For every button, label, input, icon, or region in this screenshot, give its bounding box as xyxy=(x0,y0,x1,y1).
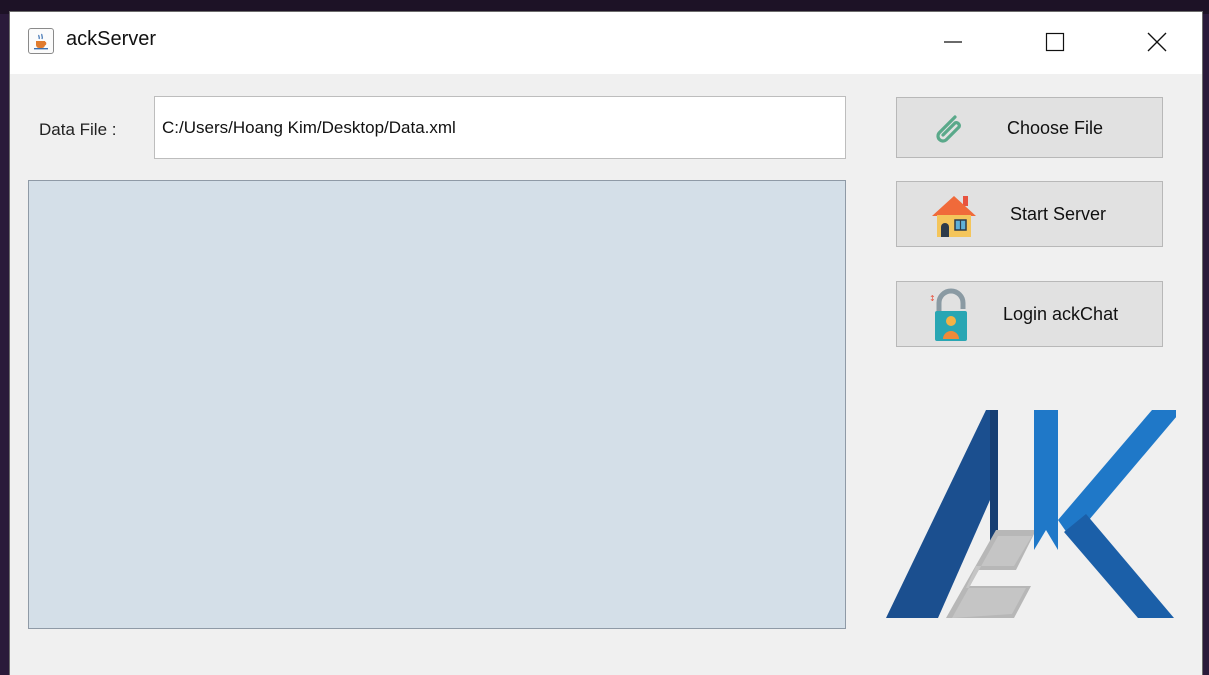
close-button[interactable] xyxy=(1134,20,1180,64)
choose-file-label: Choose File xyxy=(1007,118,1104,138)
svg-text:↕: ↕ xyxy=(929,294,936,303)
minimize-button[interactable] xyxy=(930,20,976,64)
server-log-area[interactable] xyxy=(28,180,846,629)
java-cup-icon[interactable] xyxy=(28,28,54,54)
minimize-icon xyxy=(944,41,962,43)
ak-logo xyxy=(886,410,1176,618)
login-ackchat-button[interactable]: ↕ Login ackChat xyxy=(896,281,1163,347)
window-title: ackServer xyxy=(66,28,157,50)
paperclip-icon xyxy=(936,115,961,143)
padlock-user-icon: ↕ xyxy=(929,288,967,341)
start-server-label: Start Server xyxy=(1010,204,1107,224)
app-window: ackServer Data File : Choose File xyxy=(10,12,1202,675)
close-icon xyxy=(1147,32,1167,52)
start-server-button[interactable]: Start Server xyxy=(896,181,1163,247)
choose-file-button[interactable]: Choose File xyxy=(896,97,1163,158)
house-icon xyxy=(932,196,976,237)
maximize-icon xyxy=(1045,32,1065,52)
login-ackchat-label: Login ackChat xyxy=(1003,304,1119,324)
title-bar[interactable]: ackServer xyxy=(10,12,1202,74)
data-file-label: Data File : xyxy=(39,120,117,139)
maximize-button[interactable] xyxy=(1032,20,1078,64)
data-file-input[interactable] xyxy=(154,96,846,159)
